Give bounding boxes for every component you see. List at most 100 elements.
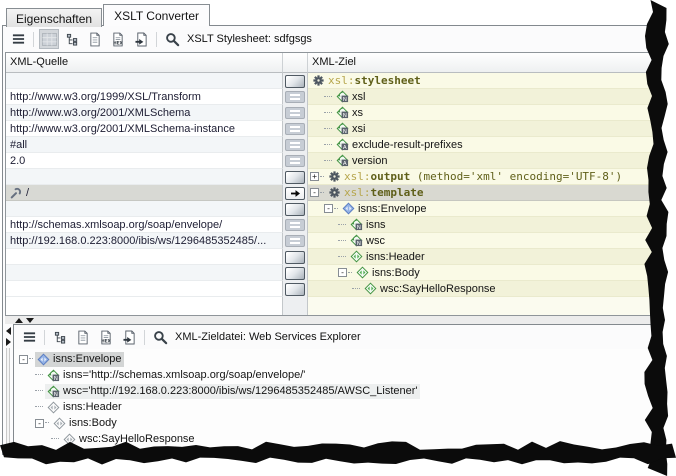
tree-node-box[interactable]: Nwsc	[348, 233, 387, 248]
source-cell[interactable]: http://www.w3.org/1999/XSL/Transform	[6, 89, 283, 105]
target-node-cell[interactable]: -isns:Body	[308, 265, 656, 281]
tree-node-box[interactable]: wsc:SayHelloResponse	[362, 281, 498, 296]
source-cell[interactable]	[6, 265, 283, 281]
transform-document-icon[interactable]	[119, 327, 139, 347]
mapped-link-button[interactable]	[285, 123, 305, 135]
map-button[interactable]	[285, 75, 305, 88]
mapped-link-button[interactable]	[285, 91, 305, 103]
source-cell[interactable]: #all	[6, 137, 283, 153]
target-node-cell[interactable]: Aversion	[308, 153, 656, 169]
target-node-cell[interactable]: Nxsl	[308, 89, 656, 105]
target-node-cell[interactable]: + xsl:output (method='xml' encoding='UTF-…	[308, 169, 656, 185]
tree-node-box[interactable]: Nisns='http://schemas.xmlsoap.org/soap/e…	[45, 368, 307, 383]
tree-node-box[interactable]: isns:Header	[348, 249, 427, 264]
source-cell[interactable]	[6, 73, 283, 89]
target-node-cell[interactable]: isns:Header	[308, 249, 656, 265]
current-mapping-arrow-button[interactable]	[285, 187, 305, 200]
search-icon[interactable]	[162, 29, 182, 49]
tree-node-box[interactable]: Nxsi	[334, 121, 367, 136]
collapse-toggle-icon[interactable]: -	[35, 419, 44, 428]
tree-node-box[interactable]: xsl:stylesheet	[310, 73, 423, 88]
tree-node-box[interactable]: isns:Body	[51, 416, 119, 431]
hex-document-icon[interactable]: HEX	[96, 327, 116, 347]
tree-node-label: wsc:SayHelloResponse	[79, 433, 195, 445]
map-button[interactable]	[285, 251, 305, 264]
source-cell[interactable]: http://192.168.0.223:8000/ibis/ws/129648…	[6, 233, 283, 249]
document-icon[interactable]	[73, 327, 93, 347]
expand-toggle-icon[interactable]: +	[310, 172, 319, 181]
collapse-toggle-icon[interactable]: -	[19, 355, 28, 364]
source-cell[interactable]: http://www.w3.org/2001/XMLSchema-instanc…	[6, 121, 283, 137]
source-cell[interactable]: /	[6, 185, 283, 201]
map-button[interactable]	[285, 267, 305, 280]
target-node-cell[interactable]: -isns:Envelope	[308, 201, 656, 217]
document-icon[interactable]	[85, 29, 105, 49]
collapse-toggle-icon[interactable]: -	[310, 188, 319, 197]
target-node-cell[interactable]: wsc:SayHelloResponse	[308, 281, 656, 297]
tree-node[interactable]: wsc:SayHelloResponse	[19, 431, 656, 447]
splitter-collapse-up-icon[interactable]	[15, 318, 23, 323]
tree-structure-icon[interactable]	[62, 29, 82, 49]
mapped-link-button[interactable]	[285, 235, 305, 247]
splitter-collapse-down-icon[interactable]	[26, 318, 34, 323]
tree-node-box[interactable]: xsl:output (method='xml' encoding='UTF-8…	[326, 169, 624, 184]
collapse-toggle-icon[interactable]: -	[338, 268, 347, 277]
column-header-xml-ziel[interactable]: XML-Ziel	[308, 53, 656, 73]
tree-node[interactable]: -isns:Body	[19, 415, 656, 431]
target-node-cell[interactable]: Nxs	[308, 105, 656, 121]
source-cell[interactable]	[6, 249, 283, 265]
splitter-collapse-left-icon[interactable]	[6, 327, 11, 335]
tree-node-box[interactable]: xsl:template	[326, 185, 425, 200]
tree-node-box[interactable]: isns:Envelope	[35, 352, 124, 367]
target-node-cell[interactable]: Nxsi	[308, 121, 656, 137]
mapped-link-button[interactable]	[285, 155, 305, 167]
tab-eigenschaften[interactable]: Eigenschaften	[6, 8, 102, 27]
target-node-cell[interactable]: Nisns	[308, 217, 656, 233]
map-button[interactable]	[285, 283, 305, 296]
tree-node-box[interactable]: Aexclude-result-prefixes	[334, 137, 465, 152]
search-icon[interactable]	[150, 327, 170, 347]
tree-node-box[interactable]: Nxs	[334, 105, 365, 120]
tree-node[interactable]: Nwsc='http://192.168.0.223:8000/ibis/ws/…	[19, 383, 656, 399]
target-node-cell[interactable]: Aexclude-result-prefixes	[308, 137, 656, 153]
source-cell[interactable]	[6, 281, 283, 297]
tree-node-box[interactable]: Aversion	[334, 153, 389, 168]
target-node-cell[interactable]: xsl:stylesheet	[308, 73, 656, 89]
tree-node-box[interactable]: wsc:SayHelloResponse	[61, 432, 197, 447]
mapped-link-button[interactable]	[285, 219, 305, 231]
mapped-link-button[interactable]	[285, 107, 305, 119]
tree-node[interactable]: Nisns='http://schemas.xmlsoap.org/soap/e…	[19, 367, 656, 383]
tree-node-box[interactable]: Nwsc='http://192.168.0.223:8000/ibis/ws/…	[45, 384, 420, 399]
horizontal-splitter[interactable]	[5, 316, 657, 324]
map-button[interactable]	[285, 171, 305, 184]
collapse-toggle-icon[interactable]: -	[324, 204, 333, 213]
column-header-xml-quelle[interactable]: XML-Quelle	[6, 53, 283, 73]
tree-node[interactable]: isns:Header	[19, 399, 656, 415]
tree-node-box[interactable]: Nisns	[348, 217, 388, 232]
transform-document-icon[interactable]	[131, 29, 151, 49]
source-cell[interactable]: 2.0	[6, 153, 283, 169]
tree-structure-icon[interactable]	[50, 327, 70, 347]
splitter-collapse-right-icon[interactable]	[6, 338, 11, 346]
tab-xslt-converter[interactable]: XSLT Converter	[103, 4, 210, 26]
target-node-cell[interactable]: -xsl:template	[308, 185, 656, 201]
source-cell[interactable]: http://www.w3.org/2001/XMLSchema	[6, 105, 283, 121]
vertical-splitter[interactable]	[3, 324, 13, 454]
wrench-icon	[10, 187, 22, 199]
tree-node-box[interactable]: isns:Body	[354, 265, 422, 280]
menu-icon[interactable]	[8, 29, 28, 49]
table-grid-icon[interactable]	[39, 29, 59, 49]
hex-document-icon[interactable]: HEX	[108, 29, 128, 49]
tree-node-box[interactable]: isns:Header	[45, 400, 124, 415]
mapping-row: -isns:Envelope	[6, 201, 656, 217]
source-cell[interactable]: http://schemas.xmlsoap.org/soap/envelope…	[6, 217, 283, 233]
menu-icon[interactable]	[19, 327, 39, 347]
source-cell[interactable]	[6, 201, 283, 217]
source-cell[interactable]	[6, 169, 283, 185]
tree-node-box[interactable]: isns:Envelope	[340, 201, 429, 216]
tree-node-box[interactable]: Nxsl	[334, 89, 367, 104]
target-node-cell[interactable]: Nwsc	[308, 233, 656, 249]
mapped-link-button[interactable]	[285, 139, 305, 151]
map-button[interactable]	[285, 203, 305, 216]
tree-node[interactable]: -isns:Envelope	[19, 351, 656, 367]
